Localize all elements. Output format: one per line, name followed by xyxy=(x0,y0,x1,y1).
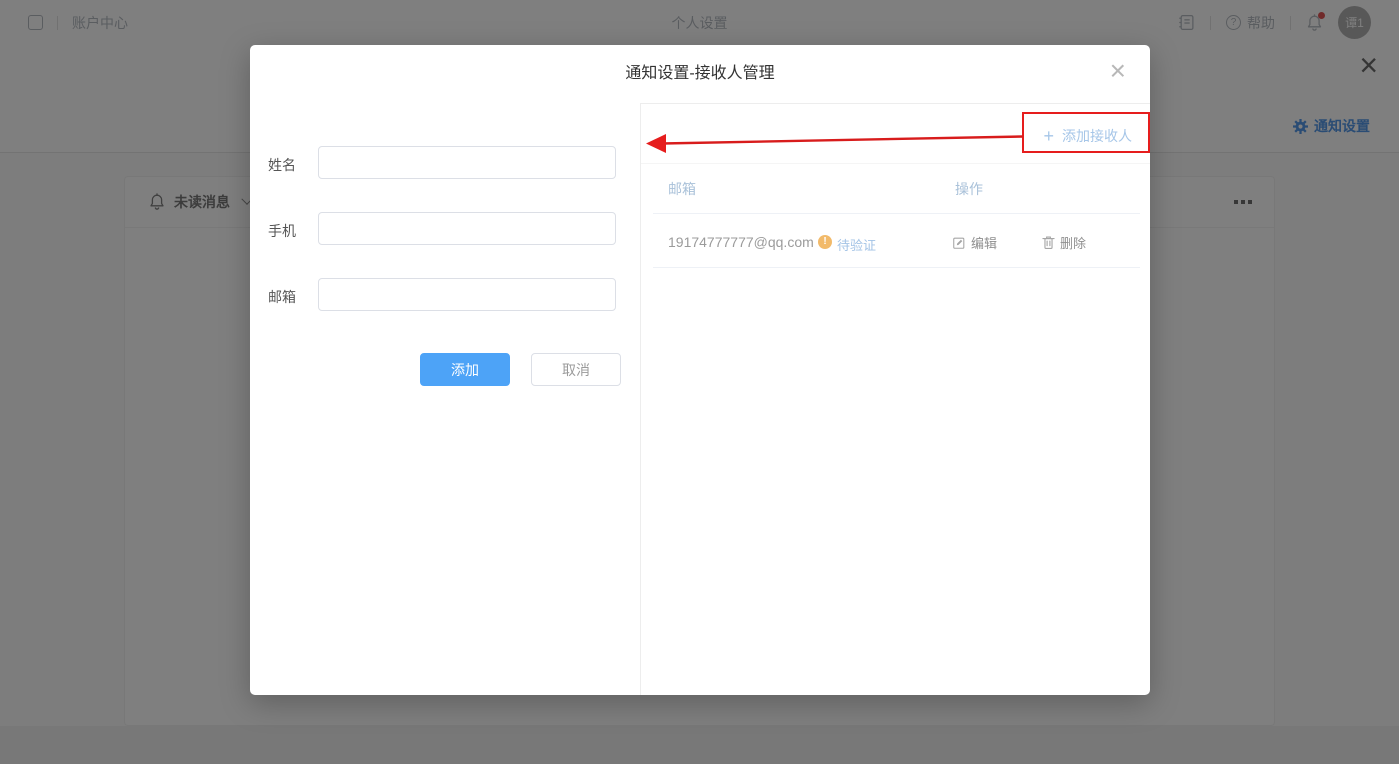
column-header-email: 邮箱 xyxy=(668,179,696,199)
screen: 账户中心 个人设置 ? 帮助 xyxy=(0,0,1399,764)
phone-label: 手机 xyxy=(268,221,296,241)
close-icon[interactable]: × xyxy=(1110,57,1126,85)
add-button[interactable]: 添加 xyxy=(420,353,510,386)
modal-header: 通知设置-接收人管理 × xyxy=(250,45,1150,103)
modal-body: 姓名 手机 邮箱 添加 取消 + 添加接收人 邮箱 操作 1917 xyxy=(250,103,1150,695)
recipient-modal: 通知设置-接收人管理 × 姓名 手机 邮箱 添加 取消 + 添加接收人 邮箱 xyxy=(250,45,1150,695)
delete-label: 删除 xyxy=(1060,233,1086,252)
edit-label: 编辑 xyxy=(971,233,997,252)
recipient-list: + 添加接收人 邮箱 操作 19174777777@qq.com ! 待验证 xyxy=(641,103,1150,695)
plus-icon: + xyxy=(1043,127,1054,145)
edit-button[interactable]: 编辑 xyxy=(952,233,997,252)
recipient-email: 19174777777@qq.com xyxy=(668,234,814,250)
divider xyxy=(653,267,1140,268)
divider xyxy=(641,163,1150,164)
warning-icon: ! xyxy=(818,235,832,249)
trash-icon xyxy=(1042,235,1055,250)
delete-button[interactable]: 删除 xyxy=(1042,233,1086,252)
add-recipient-label: 添加接收人 xyxy=(1062,126,1132,146)
modal-title: 通知设置-接收人管理 xyxy=(250,45,1150,103)
name-field[interactable] xyxy=(318,146,616,179)
recipient-form: 姓名 手机 邮箱 添加 取消 xyxy=(250,103,641,695)
email-label: 邮箱 xyxy=(268,287,296,307)
edit-icon xyxy=(952,236,966,250)
email-field[interactable] xyxy=(318,278,616,311)
name-label: 姓名 xyxy=(268,155,296,175)
column-header-actions: 操作 xyxy=(955,179,983,199)
divider xyxy=(653,213,1140,214)
cancel-button[interactable]: 取消 xyxy=(531,353,621,386)
add-recipient-button[interactable]: + 添加接收人 xyxy=(1031,117,1144,155)
status-badge: 待验证 xyxy=(837,235,876,254)
phone-field[interactable] xyxy=(318,212,616,245)
